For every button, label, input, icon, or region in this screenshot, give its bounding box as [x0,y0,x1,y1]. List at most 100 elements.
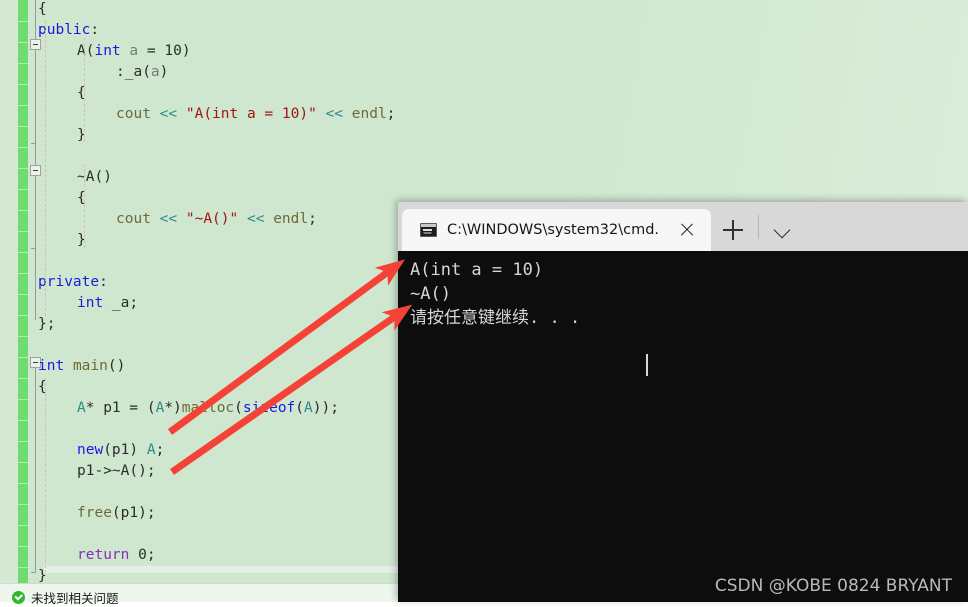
change-bar-tick [18,378,28,379]
code-token: { [38,1,47,17]
code-token: :_a( [116,64,151,80]
code-token: private [38,274,100,290]
editor-left-margin [0,0,18,583]
change-bar-tick [18,273,28,274]
code-token: free [77,505,112,521]
code-token: A [304,400,313,416]
code-token: malloc [181,400,235,416]
code-line: free(p1); [77,503,156,524]
code-token: (p1); [111,505,156,521]
code-token: a [150,64,160,80]
change-bar-tick [18,525,28,526]
change-bar-tick [18,441,28,442]
close-icon[interactable] [677,220,697,240]
change-bar-tick [18,504,28,505]
code-token: () [107,358,126,374]
code-token: ( [234,400,243,416]
code-token: *) [164,400,182,416]
change-bar-tick [18,210,28,211]
code-token: int [94,43,121,59]
change-bar-tick [18,462,28,463]
outline-guide-foot [31,248,36,249]
code-token: cout [116,106,151,122]
terminal-output-area[interactable]: A(int a = 10) ~A() 请按任意键继续. . . CSDN @KOBE… [398,251,968,602]
change-bar-tick [18,21,28,22]
code-token: _a; [103,295,139,311]
terminal-line: ~A() [410,284,451,304]
code-line: public: [38,20,99,41]
outline-guide [35,368,36,573]
code-token: (p1) [103,442,147,458]
code-line: return 0; [77,545,156,566]
change-bar-tick [18,126,28,127]
code-token: * p1 = ( [85,400,156,416]
terminal-line: A(int a = 10) [410,260,544,280]
code-token: "A(int a = 10)" [185,106,317,122]
change-bar-tick [18,84,28,85]
change-bar-tick [18,63,28,64]
code-token: p1->~A(); [77,463,156,479]
code-token: A [155,400,165,416]
change-bar-tick [18,315,28,316]
change-bar-tick [18,483,28,484]
code-token: ( [295,400,305,416]
code-token: = [138,43,165,59]
code-line: private: [38,272,108,293]
code-token: ) [181,43,191,59]
change-bar-tick [18,252,28,253]
outline-guide-foot [31,572,36,573]
code-token: sizeof [242,400,296,416]
code-token: int [38,358,65,374]
terminal-window[interactable]: C:\WINDOWS\system32\cmd. A(int a = 10) ~A… [398,202,968,602]
code-token: << [159,211,178,227]
collapse-toggle-destructor[interactable] [30,165,41,176]
status-bar-text: 未找到相关问题 [31,591,119,606]
terminal-cursor [646,354,648,376]
code-line: int main() [38,356,125,377]
code-token: endl [351,106,387,122]
terminal-tab[interactable]: C:\WINDOWS\system32\cmd. [402,209,711,251]
titlebar-divider [758,215,759,239]
change-indicator-bar [18,0,28,583]
status-bar-item[interactable]: 未找到相关问题 [12,588,119,607]
code-line: new(p1) A; [77,440,164,461]
check-circle-icon [12,591,25,604]
new-tab-button[interactable] [721,218,745,242]
code-token: return [77,547,130,563]
code-line: A* p1 = (A*)malloc(sizeof(A)); [77,398,339,419]
code-token: ; [155,442,165,458]
terminal-output-text: A(int a = 10) ~A() 请按任意键继续. . . [410,258,580,330]
terminal-line: 请按任意键继续. . . [410,308,581,328]
code-token: ; [308,211,317,227]
change-bar-tick [18,567,28,568]
code-token: << [159,106,178,122]
code-token: ) [159,64,169,80]
chevron-down-icon[interactable] [773,220,793,240]
indent-guide [84,38,85,142]
code-line: }; [38,314,55,335]
code-token: endl [273,211,309,227]
terminal-titlebar[interactable]: C:\WINDOWS\system32\cmd. [398,202,968,251]
change-bar-tick [18,336,28,337]
code-token: A( [77,43,95,59]
code-token: a [129,43,139,59]
code-token: ; [386,106,396,122]
indent-guide [45,378,46,573]
code-token: 10 [164,43,182,59]
change-bar-tick [18,546,28,547]
code-token: << [246,211,265,227]
change-bar-tick [18,420,28,421]
code-line: cout << "A(int a = 10)" << endl; [116,104,395,125]
change-bar-tick [18,294,28,295]
code-token: A [77,400,86,416]
code-token: "~A()" [185,211,239,227]
code-token: : [90,22,100,38]
code-line: { [38,0,47,20]
change-bar-tick [18,147,28,148]
change-bar-tick [18,399,28,400]
